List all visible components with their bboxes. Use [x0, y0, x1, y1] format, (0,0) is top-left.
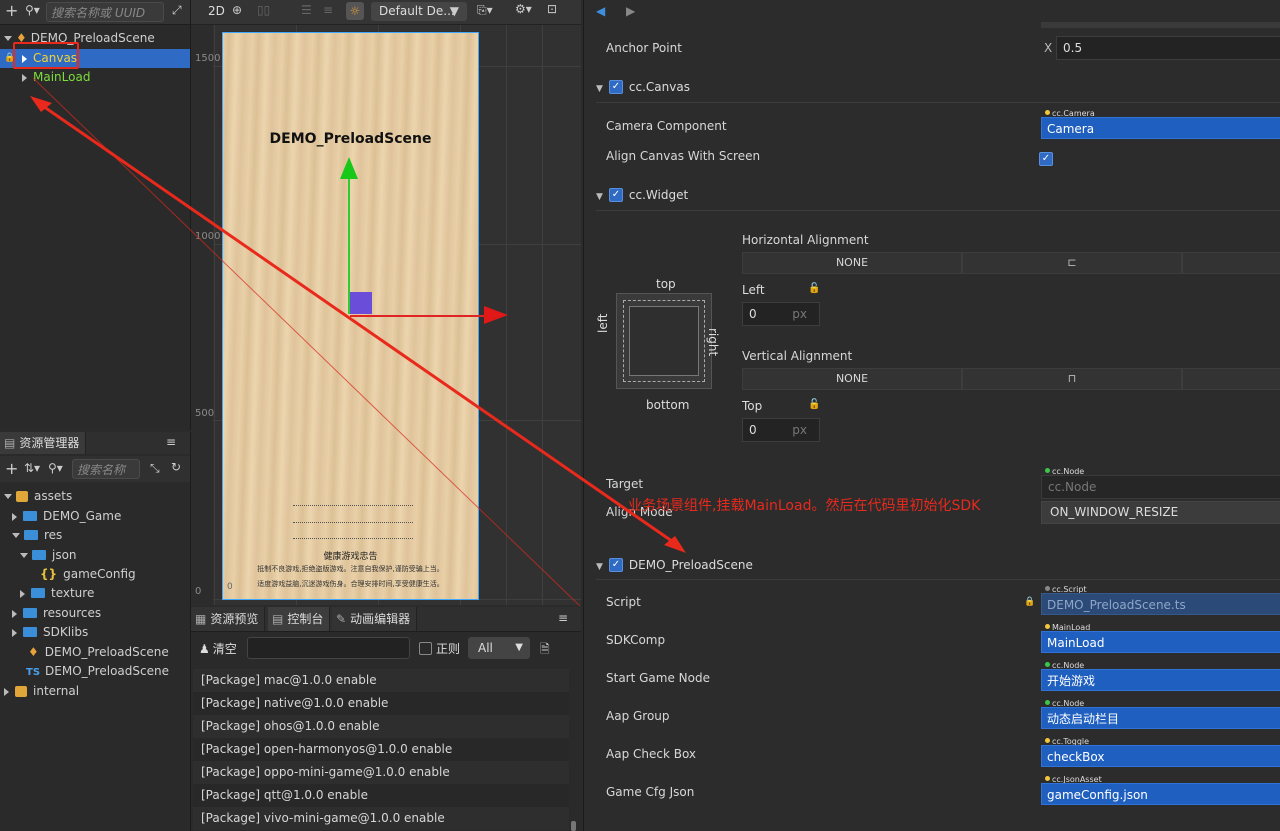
annotation-label: 业务场景组件,挂载MainLoad。然后在代码里初始化SDK — [628, 498, 981, 514]
annotation-overlay — [30, 77, 686, 607]
annotation-arrow-line — [39, 102, 680, 548]
annotation-text: 业务场景组件,挂载MainLoad。然后在代码里初始化SDK — [628, 495, 980, 515]
